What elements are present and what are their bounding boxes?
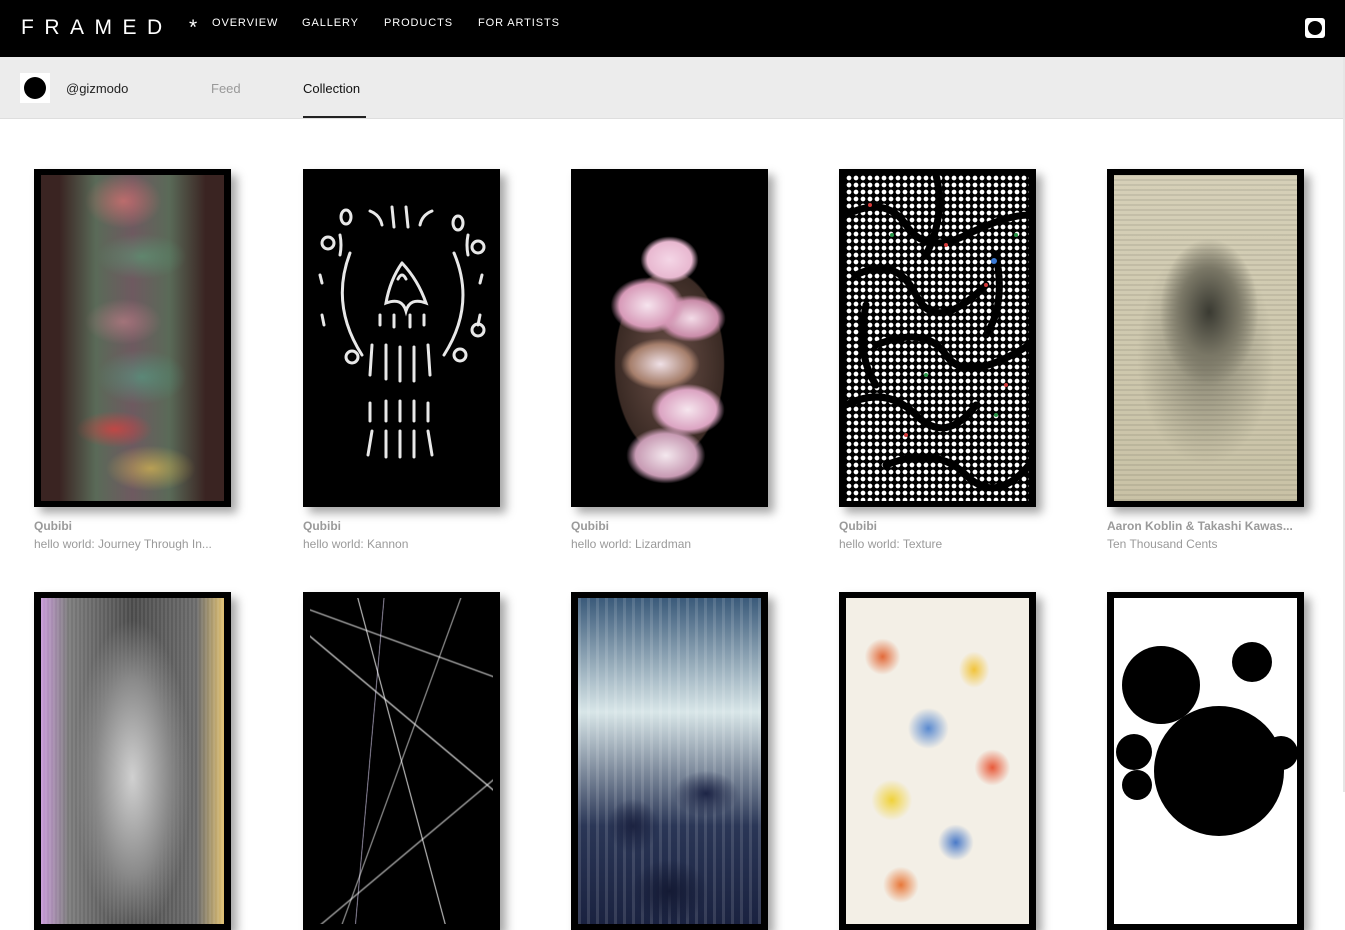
artwork-title[interactable]: Ten Thousand Cents — [1107, 537, 1304, 551]
texture-worm-pattern — [846, 175, 1029, 492]
artwork-image — [1114, 175, 1297, 501]
artwork-image — [41, 175, 224, 501]
nav-overview[interactable]: OVERVIEW — [212, 17, 278, 29]
circle-shape — [1122, 770, 1152, 800]
nav-gallery[interactable]: GALLERY — [302, 17, 359, 29]
avatar[interactable] — [20, 73, 50, 103]
profile-username[interactable]: @gizmodo — [66, 81, 128, 96]
artwork-image — [1114, 598, 1297, 924]
artwork-frame[interactable] — [1107, 169, 1304, 507]
artwork-frame[interactable] — [839, 169, 1036, 507]
circle-shape — [1232, 642, 1272, 682]
artwork-image — [846, 598, 1029, 924]
kannon-drawing — [318, 205, 486, 459]
artwork-image — [578, 175, 761, 501]
artwork-artist[interactable]: Aaron Koblin & Takashi Kawas... — [1107, 519, 1304, 533]
artwork-image — [578, 598, 761, 924]
account-icon[interactable] — [1305, 18, 1325, 38]
artwork-frame[interactable] — [303, 592, 500, 930]
artwork-frame[interactable] — [303, 169, 500, 507]
circle-shape — [1154, 706, 1284, 836]
artwork-frame[interactable] — [839, 592, 1036, 930]
artwork-title[interactable]: hello world: Journey Through In... — [34, 537, 231, 551]
tab-collection[interactable]: Collection — [303, 81, 360, 96]
artwork-frame[interactable] — [571, 592, 768, 930]
active-tab-indicator — [303, 116, 366, 118]
profile-bar: @gizmodo Feed Collection — [0, 57, 1345, 119]
artwork-artist[interactable]: Qubibi — [303, 519, 500, 533]
artwork-title[interactable]: hello world: Texture — [839, 537, 1036, 551]
artwork-frame[interactable] — [571, 169, 768, 507]
artwork-title[interactable]: hello world: Kannon — [303, 537, 500, 551]
nav-for-artists[interactable]: FOR ARTISTS — [478, 17, 560, 29]
artwork-frame[interactable] — [34, 169, 231, 507]
artwork-image — [310, 598, 493, 924]
circle-shape — [1264, 736, 1297, 770]
artwork-image — [41, 598, 224, 924]
artwork-image — [310, 175, 493, 501]
artwork-image — [846, 175, 1029, 501]
artwork-artist[interactable]: Qubibi — [34, 519, 231, 533]
top-nav-bar: FRAMED * OVERVIEW GALLERY PRODUCTS FOR A… — [0, 0, 1345, 57]
artwork-frame[interactable] — [1107, 592, 1304, 930]
nav-products[interactable]: PRODUCTS — [384, 17, 453, 29]
artwork-artist[interactable]: Qubibi — [839, 519, 1036, 533]
circle-shape — [1116, 734, 1152, 770]
artwork-title[interactable]: hello world: Lizardman — [571, 537, 768, 551]
tab-feed[interactable]: Feed — [211, 81, 241, 96]
framed-logo[interactable]: FRAMED * — [21, 16, 208, 40]
artwork-artist[interactable]: Qubibi — [571, 519, 768, 533]
artwork-frame[interactable] — [34, 592, 231, 930]
